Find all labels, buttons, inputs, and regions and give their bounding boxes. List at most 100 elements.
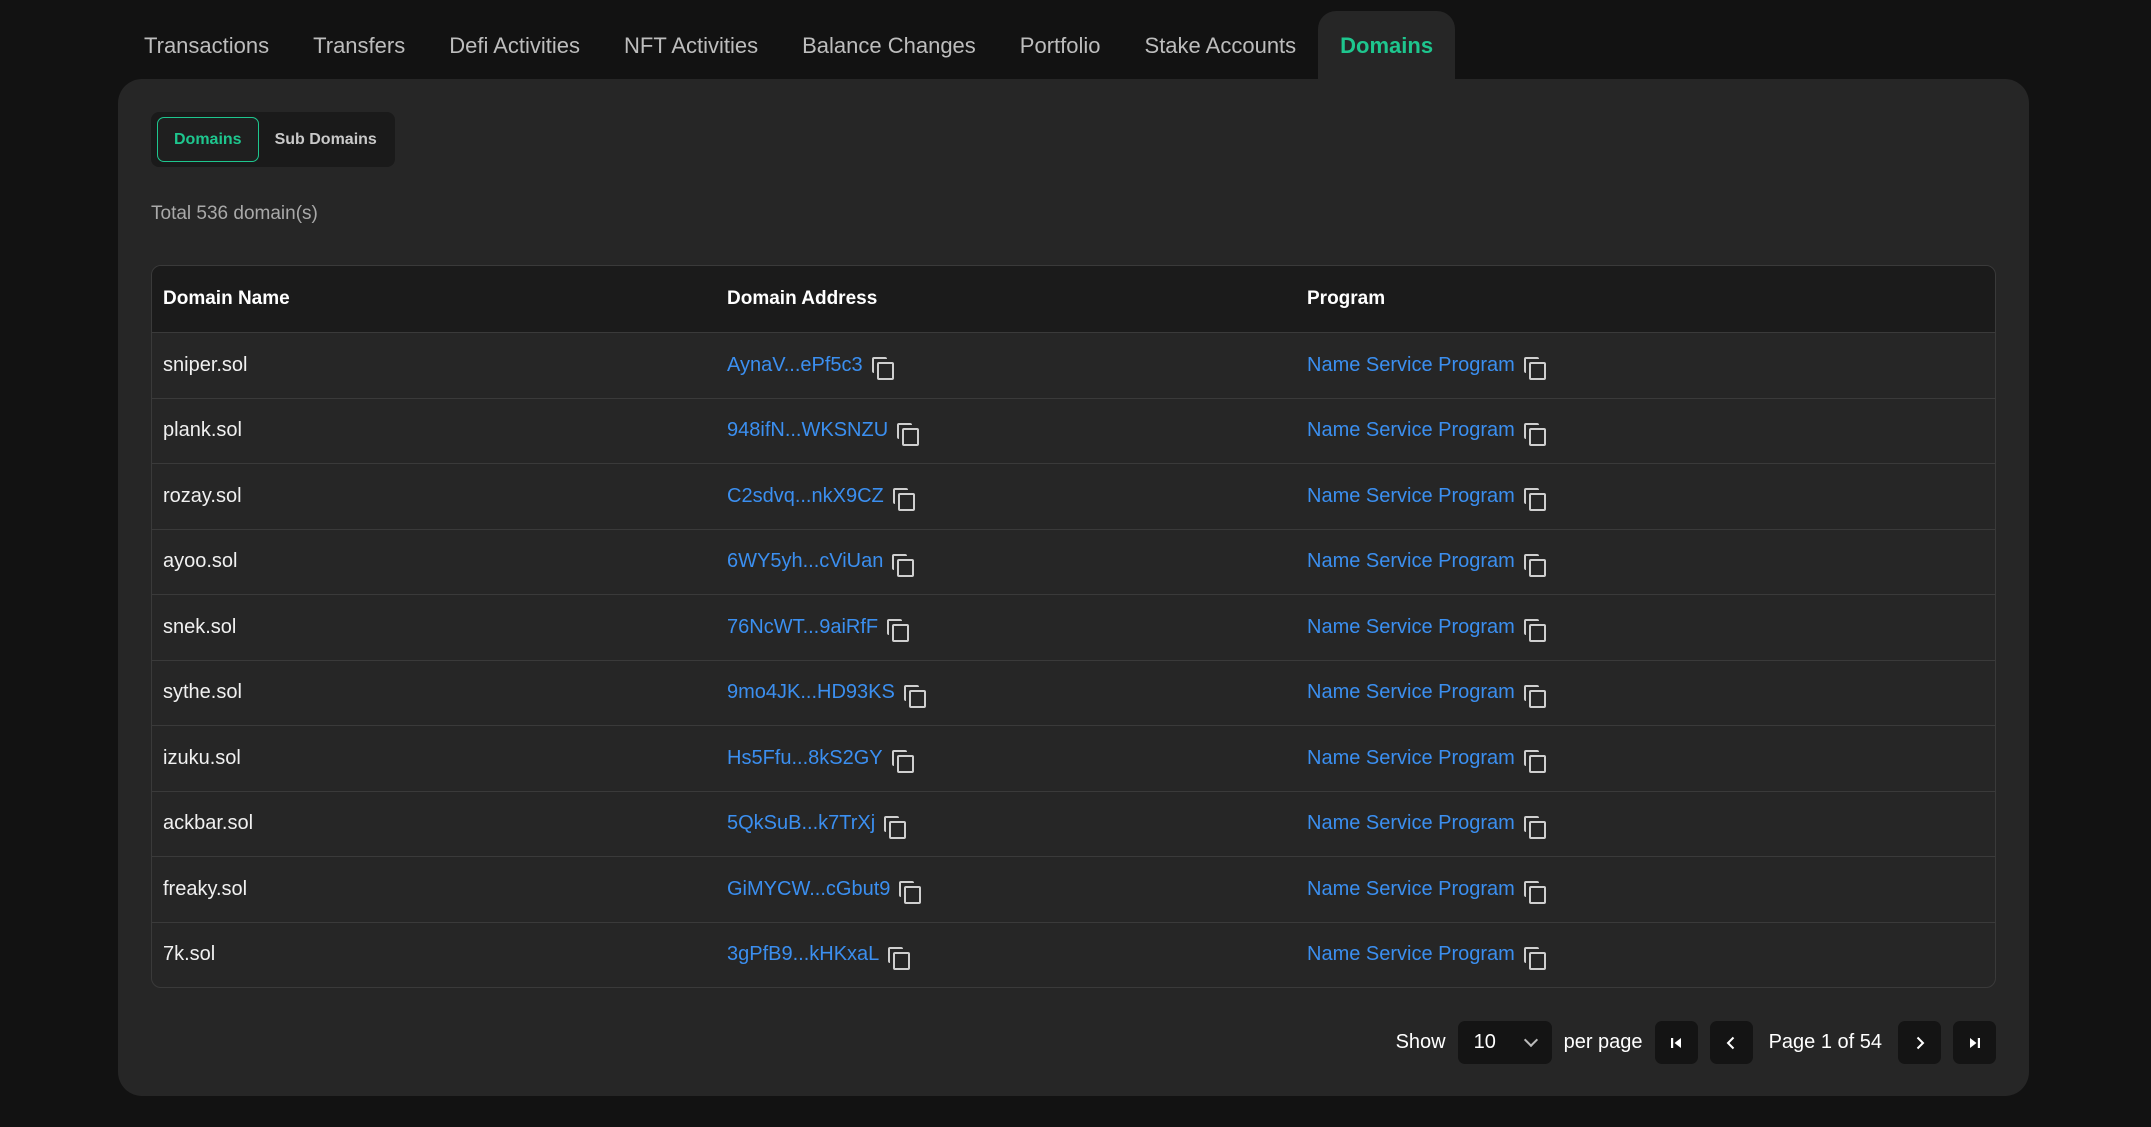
copy-icon[interactable] (892, 487, 915, 512)
domain-name-cell: ackbar.sol (152, 812, 727, 835)
domain-name-cell: izuku.sol (152, 747, 727, 770)
domain-address-cell: C2sdvq...nkX9CZ (727, 483, 1307, 512)
copy-icon[interactable] (1523, 684, 1546, 708)
main-tabs: Transactions Transfers Defi Activities NFT … (122, 11, 1456, 80)
program-link[interactable]: Name Service Program (1307, 485, 1515, 508)
domain-address-link[interactable]: 5QkSuB...k7TrXj (727, 812, 875, 835)
next-page-icon (1916, 1036, 1924, 1049)
table-row: snek.sol 76NcWT...9aiRfF Name Service Prog… (152, 594, 1995, 660)
program-link[interactable]: Name Service Program (1307, 419, 1515, 442)
domain-address-link[interactable]: C2sdvq...nkX9CZ (727, 485, 884, 508)
program-cell: Name Service Program (1307, 418, 1995, 446)
prev-page-button[interactable] (1709, 1021, 1753, 1064)
program-cell: Name Service Program (1307, 483, 1995, 512)
copy-icon[interactable] (891, 749, 914, 774)
tab-balance-changes[interactable]: Balance Changes (780, 11, 998, 80)
copy-icon[interactable] (887, 946, 911, 970)
program-link[interactable]: Name Service Program (1307, 354, 1515, 377)
domain-name[interactable]: ackbar.sol (163, 812, 253, 834)
last-page-button[interactable] (1953, 1021, 1996, 1064)
copy-icon[interactable] (1523, 553, 1546, 577)
domain-name-cell: freaky.sol (152, 878, 727, 901)
copy-icon[interactable] (898, 880, 922, 905)
domain-address-link[interactable]: 3gPfB9...kHKxaL (727, 943, 879, 966)
copy-icon[interactable] (1523, 946, 1546, 970)
tab-portfolio[interactable]: Portfolio (998, 11, 1123, 80)
chevron-down-icon (1523, 1032, 1538, 1047)
pagination: Show 10 per page Page 1 of 54 (1396, 1021, 1996, 1064)
program-cell: Name Service Program (1307, 876, 1995, 905)
program-link[interactable]: Name Service Program (1307, 747, 1515, 770)
copy-icon[interactable] (1523, 487, 1546, 512)
domain-name[interactable]: ayoo.sol (163, 550, 238, 572)
domains-panel: Domains Sub Domains Total 536 domain(s) D… (118, 79, 2029, 1096)
program-link[interactable]: Name Service Program (1307, 550, 1515, 573)
copy-icon[interactable] (1523, 815, 1546, 839)
show-label: Show (1395, 1031, 1446, 1053)
tab-stake-accounts[interactable]: Stake Accounts (1123, 11, 1319, 80)
copy-icon[interactable] (871, 356, 894, 381)
domain-name[interactable]: snek.sol (163, 616, 236, 638)
last-page-icon (1969, 1037, 1980, 1048)
domain-name[interactable]: 7k.sol (163, 943, 215, 965)
domain-name-cell: plank.sol (152, 419, 727, 442)
tab-transfers[interactable]: Transfers (291, 11, 427, 80)
table-row: rozay.sol C2sdvq...nkX9CZ Name Service Pro… (152, 463, 1995, 529)
domain-address-link[interactable]: GiMYCW...cGbut9 (727, 878, 890, 901)
program-link[interactable]: Name Service Program (1307, 943, 1515, 966)
program-link[interactable]: Name Service Program (1307, 681, 1515, 704)
program-link[interactable]: Name Service Program (1307, 616, 1515, 639)
domain-name[interactable]: sniper.sol (163, 354, 248, 376)
program-link[interactable]: Name Service Program (1307, 878, 1515, 901)
copy-icon[interactable] (883, 815, 907, 839)
copy-icon[interactable] (903, 684, 926, 708)
first-page-button[interactable] (1654, 1021, 1698, 1064)
domain-address-cell: 76NcWT...9aiRfF (727, 614, 1307, 643)
table-row: izuku.sol Hs5Ffu...8kS2GY Name Service Pro… (152, 725, 1995, 791)
domain-name[interactable]: plank.sol (163, 419, 242, 441)
domain-name-cell: snek.sol (152, 616, 727, 639)
domain-name[interactable]: rozay.sol (163, 485, 242, 507)
domain-name-cell: sniper.sol (152, 354, 727, 377)
domain-address-link[interactable]: Hs5Ffu...8kS2GY (727, 747, 883, 770)
domain-address-link[interactable]: 6WY5yh...cViUan (727, 550, 883, 573)
domain-address-link[interactable]: AynaV...ePf5c3 (727, 354, 863, 377)
copy-icon[interactable] (1523, 618, 1546, 643)
tab-domains[interactable]: Domains (1318, 11, 1456, 80)
domain-name[interactable]: izuku.sol (163, 747, 241, 769)
domain-name-cell: sythe.sol (152, 681, 727, 704)
per-page-value: 10 (1473, 1031, 1496, 1053)
table-row: sythe.sol 9mo4JK...HD93KS Name Service Pro… (152, 659, 1995, 726)
copy-icon[interactable] (1523, 880, 1546, 905)
program-cell: Name Service Program (1307, 942, 1995, 970)
tab-defi-activities[interactable]: Defi Activities (427, 11, 602, 80)
tab-transactions[interactable]: Transactions (122, 11, 291, 80)
program-cell: Name Service Program (1307, 352, 1995, 381)
per-page-label: per page (1563, 1031, 1643, 1053)
domain-address-cell: GiMYCW...cGbut9 (727, 876, 1307, 905)
program-link[interactable]: Name Service Program (1307, 812, 1515, 835)
copy-icon[interactable] (1523, 356, 1546, 381)
program-cell: Name Service Program (1307, 680, 1995, 708)
domain-address-link[interactable]: 9mo4JK...HD93KS (727, 681, 895, 704)
page-indicator: Page 1 of 54 (1768, 1031, 1882, 1053)
domain-name[interactable]: sythe.sol (163, 681, 242, 703)
next-page-button[interactable] (1898, 1021, 1941, 1064)
subtab-domains[interactable]: Domains (157, 117, 259, 162)
copy-icon[interactable] (886, 618, 910, 643)
copy-icon[interactable] (1523, 749, 1546, 774)
subtab-sub-domains[interactable]: Sub Domains (259, 117, 393, 162)
tab-nft-activities[interactable]: NFT Activities (602, 11, 780, 80)
table-row: 7k.sol 3gPfB9...kHKxaL Name Service Progra… (152, 921, 1995, 988)
per-page-select[interactable]: 10 (1457, 1021, 1552, 1064)
domain-address-link[interactable]: 76NcWT...9aiRfF (727, 616, 878, 639)
column-header-domain-name: Domain Name (163, 288, 290, 309)
domain-address-link[interactable]: 948ifN...WKSNZU (727, 419, 888, 442)
domain-address-cell: 9mo4JK...HD93KS (727, 680, 1307, 708)
domain-name[interactable]: freaky.sol (163, 878, 247, 900)
domain-name-cell: rozay.sol (152, 485, 727, 508)
copy-icon[interactable] (1523, 422, 1546, 446)
copy-icon[interactable] (896, 422, 920, 446)
program-cell: Name Service Program (1307, 811, 1995, 839)
copy-icon[interactable] (891, 553, 915, 577)
